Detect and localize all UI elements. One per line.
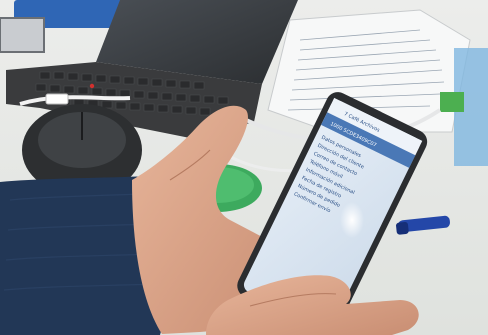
usb-plug [45, 93, 69, 105]
pen-cap [396, 221, 409, 235]
trackpoint [89, 83, 95, 89]
photo-scene: 7 Café Archivos 1000 5CDE3409C07 Datos p… [0, 0, 488, 335]
tablet-corner [0, 17, 45, 53]
screen-glare [340, 202, 364, 238]
scene-svg: 7 Café Archivos 1000 5CDE3409C07 Datos p… [0, 0, 488, 335]
green-item [440, 92, 464, 112]
